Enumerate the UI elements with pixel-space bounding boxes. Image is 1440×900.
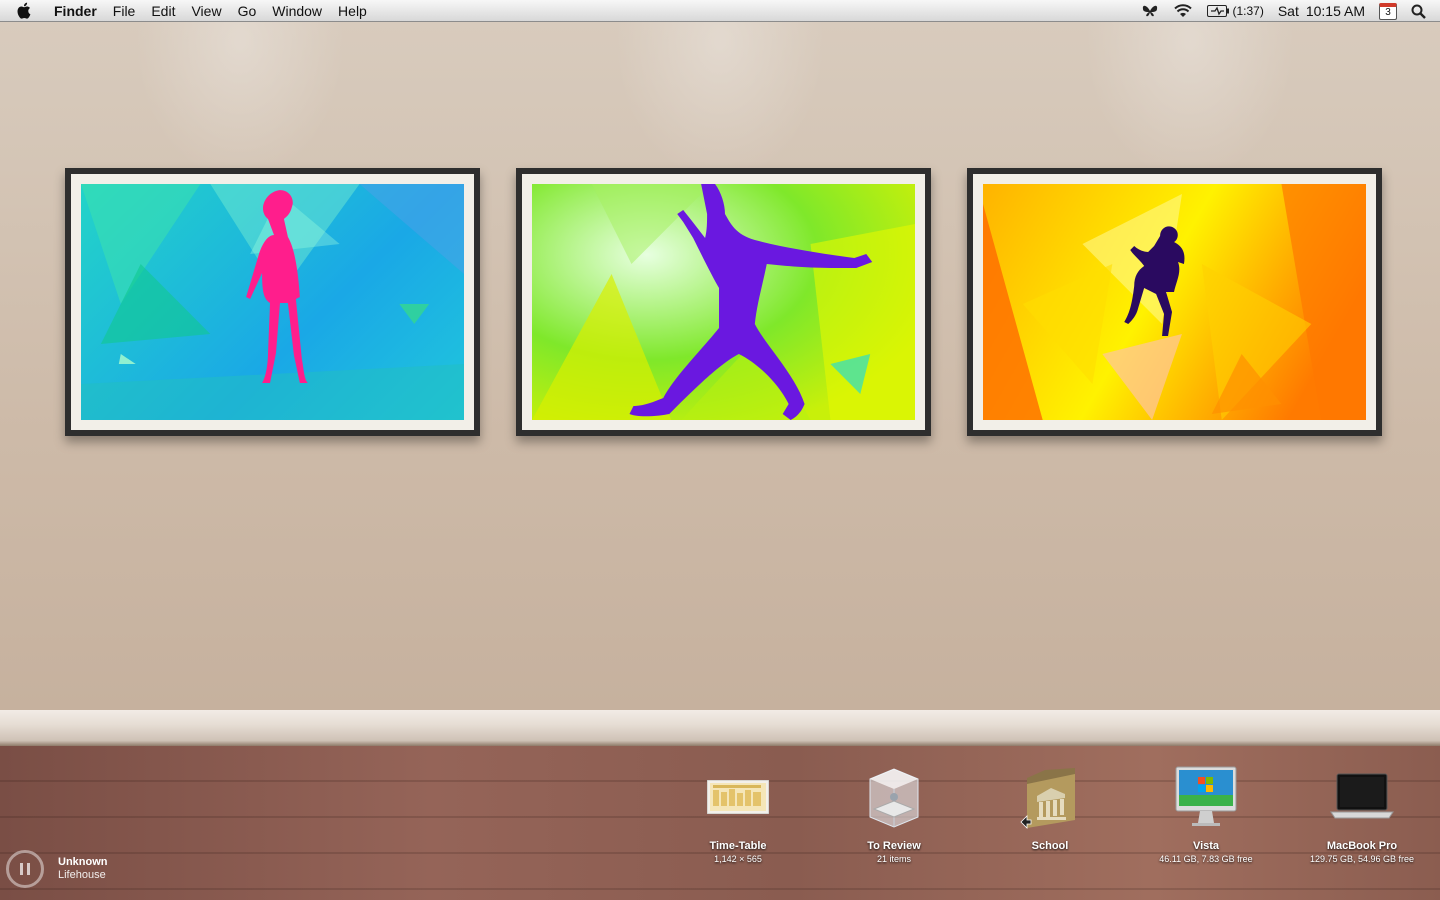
wifi-icon[interactable]: [1166, 4, 1200, 18]
pause-button[interactable]: [6, 850, 44, 888]
calendar-status[interactable]: 3: [1372, 2, 1404, 20]
desktop-icon-to-review[interactable]: To Review 21 items: [819, 762, 969, 864]
dancer-silhouette-pink: [81, 184, 464, 420]
dancer-silhouette-dark: [983, 184, 1366, 420]
desktop-icon-vista[interactable]: Vista 46.11 GB, 7.83 GB free: [1131, 762, 1281, 864]
apple-menu[interactable]: [0, 2, 46, 19]
desktop-icon-time-table[interactable]: Time-Table 1,142 × 565: [663, 762, 813, 864]
desktop-icon-school[interactable]: School: [975, 762, 1125, 854]
magnifier-icon: [1411, 4, 1426, 19]
menu-edit[interactable]: Edit: [143, 3, 183, 19]
spotlight-search[interactable]: [1404, 4, 1440, 19]
picture-frame-2: [516, 168, 931, 436]
icon-label-text: MacBook Pro: [1326, 840, 1398, 852]
icon-label: School: [1031, 840, 1069, 852]
icon-info: 129.75 GB, 54.96 GB free: [1309, 854, 1415, 864]
battery-icon: [1207, 5, 1230, 17]
battery-time: (1:37): [1232, 4, 1264, 18]
icon-info: 46.11 GB, 7.83 GB free: [1159, 854, 1253, 864]
menu-bar: Finder File Edit View Go Window Help (1:…: [0, 0, 1440, 22]
icon-label: Time-Table: [709, 840, 767, 852]
picture-frame-1: [65, 168, 480, 436]
dancer-silhouette-purple: [532, 184, 915, 420]
image-file-icon: [703, 762, 773, 832]
calendar-icon: 3: [1379, 2, 1397, 20]
menu-go[interactable]: Go: [230, 3, 265, 19]
battery-status[interactable]: (1:37): [1200, 4, 1270, 18]
menu-help[interactable]: Help: [330, 3, 375, 19]
apple-icon: [17, 2, 30, 19]
track-title: Unknown: [58, 856, 108, 868]
icon-label: To Review: [867, 840, 921, 852]
picture-frame-3: [967, 168, 1382, 436]
pause-icon: [20, 863, 30, 875]
desktop-icon-macbook-pro[interactable]: MacBook Pro 129.75 GB, 54.96 GB free: [1287, 762, 1437, 864]
macbook-drive-icon: [1327, 762, 1397, 832]
clock-time[interactable]: 10:15 AM: [1306, 3, 1372, 19]
menu-view[interactable]: View: [183, 3, 229, 19]
menu-file[interactable]: File: [105, 3, 144, 19]
butterfly-status-icon[interactable]: [1134, 4, 1166, 18]
school-folder-alias-icon: [1015, 762, 1085, 832]
icon-info: 1,142 × 565: [714, 854, 762, 864]
icon-info: 21 items: [876, 854, 911, 864]
icon-label: Vista: [1192, 840, 1220, 852]
now-playing-widget: Unknown Lifehouse: [6, 850, 108, 888]
track-artist: Lifehouse: [58, 869, 106, 881]
icon-label: MacBook Pro: [1327, 840, 1397, 852]
clock-day[interactable]: Sat: [1271, 3, 1306, 19]
glass-box-folder-icon: [859, 762, 929, 832]
imac-windows-drive-icon: [1171, 762, 1241, 832]
menu-window[interactable]: Window: [264, 3, 330, 19]
wallpaper-baseboard: [0, 710, 1440, 746]
menu-finder[interactable]: Finder: [46, 3, 105, 19]
